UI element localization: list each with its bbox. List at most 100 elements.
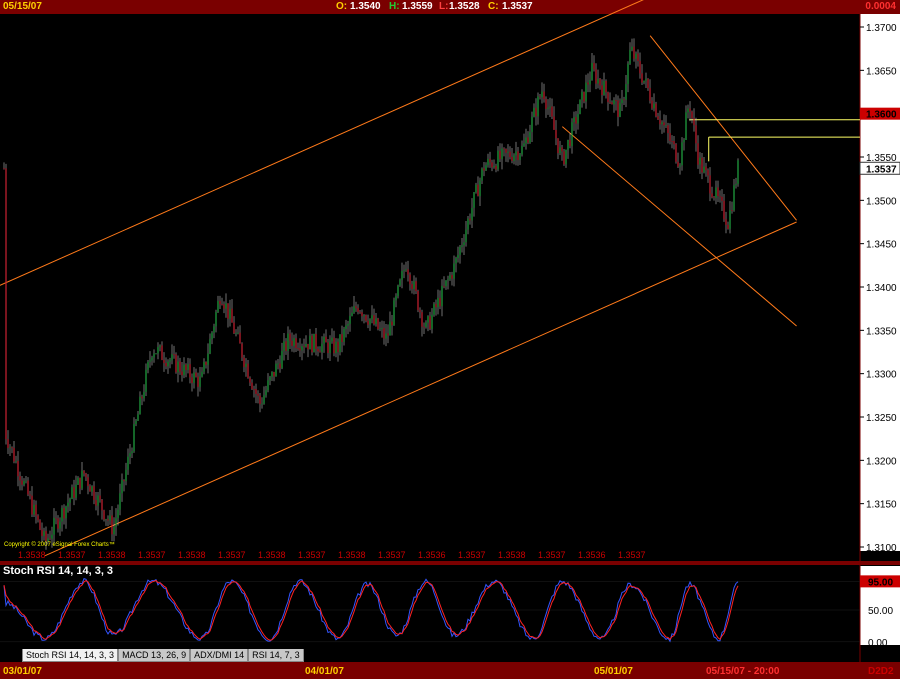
candle-body xyxy=(595,69,597,84)
candle-body xyxy=(273,371,275,377)
candle-body xyxy=(585,82,587,102)
tab-macd[interactable]: MACD 13, 26, 9 xyxy=(118,649,191,662)
down-channel-lower-line xyxy=(561,126,797,327)
stoch-d-line xyxy=(3,579,739,641)
candle-body xyxy=(651,100,653,109)
candle-body xyxy=(307,343,309,350)
candle-body xyxy=(161,345,163,360)
candle-body xyxy=(121,480,123,494)
candle-body xyxy=(687,108,689,113)
candle-body xyxy=(217,300,219,313)
candle-body xyxy=(91,486,93,492)
candle-body xyxy=(221,304,223,306)
candle-body xyxy=(417,290,419,311)
candle-body xyxy=(75,484,77,498)
candle-body xyxy=(515,151,517,156)
candle-body xyxy=(507,151,509,153)
candle-body xyxy=(109,515,111,521)
candle-body xyxy=(727,224,729,229)
candle-body xyxy=(23,481,25,485)
candle-body xyxy=(215,312,217,327)
candle-body xyxy=(263,395,265,404)
candle-body xyxy=(99,495,101,500)
candle-body xyxy=(277,363,279,365)
tab-stoch-rsi[interactable]: Stoch RSI 14, 14, 3, 3 xyxy=(22,649,119,662)
candle-body xyxy=(649,88,651,101)
candle-body xyxy=(577,113,579,124)
candle-body xyxy=(385,333,387,339)
candle-body xyxy=(219,300,221,305)
candle-body xyxy=(465,229,467,243)
tab-rsi[interactable]: RSI 14, 7, 3 xyxy=(248,649,304,662)
candle-body xyxy=(617,100,619,117)
candle-body xyxy=(613,100,615,105)
price-tick-label: 1.3250 xyxy=(866,413,897,424)
down-channel-upper-line xyxy=(649,35,797,221)
candle-body xyxy=(721,196,723,201)
candle-body xyxy=(243,357,245,367)
candle-body xyxy=(679,165,681,167)
candle-body xyxy=(449,275,451,280)
candle-body xyxy=(63,508,65,519)
candle-body xyxy=(581,91,583,100)
candle-body xyxy=(281,350,283,369)
candle-body xyxy=(469,218,471,221)
candle-body xyxy=(487,158,489,166)
candle-body xyxy=(113,526,115,535)
candle-body xyxy=(171,354,173,361)
candle-body xyxy=(155,353,157,355)
candle-body xyxy=(573,117,575,123)
candle-body xyxy=(195,372,197,377)
candle-body xyxy=(689,108,691,112)
candle-body xyxy=(691,111,693,119)
candle-body xyxy=(101,499,103,511)
candle-body xyxy=(503,148,505,150)
candle-body xyxy=(227,303,229,319)
candle-body xyxy=(401,271,403,280)
candle-body xyxy=(437,297,439,308)
candle-body xyxy=(499,150,501,160)
candle-body xyxy=(319,351,321,353)
bottom-value-label: 1.3537 xyxy=(618,550,646,560)
candle-body xyxy=(481,168,483,181)
candle-body xyxy=(165,363,167,367)
candle-body xyxy=(655,103,657,117)
candle-body xyxy=(315,333,317,349)
candle-body xyxy=(87,477,89,487)
candle-body xyxy=(565,149,567,165)
stoch-rsi-label: Stoch RSI 14, 14, 3, 3 xyxy=(3,565,114,577)
candle-body xyxy=(697,143,699,165)
candle-body xyxy=(223,304,225,309)
candle-body xyxy=(397,285,399,297)
candle-body xyxy=(77,477,79,485)
candle-body xyxy=(5,168,7,440)
price-chart[interactable]: 1.37001.36501.36001.35501.35371.35001.34… xyxy=(0,0,900,679)
candle-body xyxy=(141,396,143,399)
candle-body xyxy=(233,322,235,334)
candle-body xyxy=(247,363,249,378)
candle-body xyxy=(123,480,125,482)
stoch-tick-label: 50.00 xyxy=(868,606,893,617)
candle-body xyxy=(537,96,539,117)
candle-body xyxy=(387,333,389,336)
candle-body xyxy=(297,348,299,349)
candle-body xyxy=(571,122,573,147)
candle-body xyxy=(451,275,453,279)
candle-body xyxy=(197,376,199,387)
candle-body xyxy=(557,138,559,154)
candle-body xyxy=(213,326,215,333)
candle-body xyxy=(111,515,113,535)
candle-body xyxy=(279,363,281,369)
price-tick-label: 1.3650 xyxy=(866,66,897,77)
candle-body xyxy=(583,91,585,102)
tab-adx-dmi[interactable]: ADX/DMI 14 xyxy=(190,649,249,662)
candle-body xyxy=(567,139,569,150)
bottom-value-label: 1.3536 xyxy=(578,550,606,560)
candle-body xyxy=(39,520,41,530)
candle-body xyxy=(343,329,345,342)
candle-body xyxy=(669,133,671,141)
candle-body xyxy=(349,315,351,324)
candle-body xyxy=(3,168,5,170)
candle-body xyxy=(623,99,625,101)
candle-body xyxy=(265,390,267,396)
